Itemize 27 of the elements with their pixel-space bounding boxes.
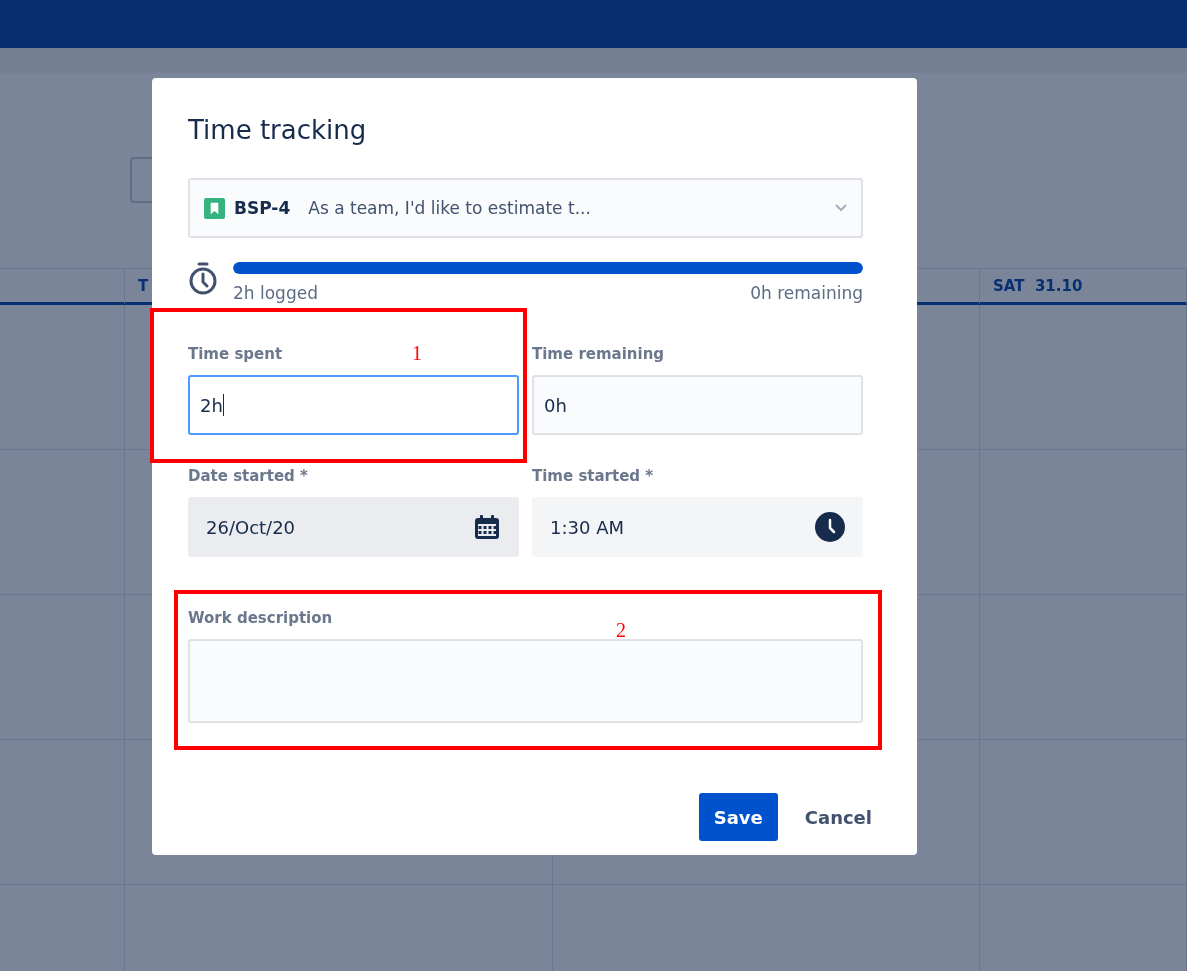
logged-text: 2h logged — [233, 283, 318, 303]
field-label: Date started * — [188, 467, 308, 485]
description-field[interactable] — [188, 639, 863, 723]
column-header: SAT 31.10 — [993, 276, 1083, 295]
field-label: Time spent — [188, 345, 283, 363]
calendar-icon — [473, 513, 501, 541]
issue-select[interactable]: BSP-4 As a team, I'd like to estimate t... — [188, 178, 863, 238]
column-header: T — [138, 276, 149, 295]
input-field[interactable]: 0h — [532, 375, 863, 435]
chevron-down-icon — [835, 204, 847, 212]
save-button[interactable]: Save — [698, 793, 778, 841]
cancel-button[interactable]: Cancel — [789, 793, 887, 841]
issue-summary: As a team, I'd like to estimate t... — [308, 198, 592, 218]
clock-icon — [815, 512, 845, 542]
date-field[interactable]: 26/Oct/20 — [188, 497, 519, 557]
field-label: Work description — [188, 609, 333, 627]
annotation-number: 1 — [412, 342, 422, 365]
field-label: Time started * — [532, 467, 654, 485]
dialog-title: Time tracking — [188, 114, 368, 147]
issue-key: BSP-4 — [234, 198, 291, 218]
time-field[interactable]: 1:30 AM — [532, 497, 863, 557]
annotation-number: 2 — [616, 619, 626, 642]
remaining-text: 0h remaining — [750, 283, 863, 303]
stopwatch-icon — [188, 262, 218, 296]
bookmark-icon — [204, 197, 225, 219]
input-field[interactable]: 2h — [188, 375, 519, 435]
field-label: Time remaining — [532, 345, 665, 363]
